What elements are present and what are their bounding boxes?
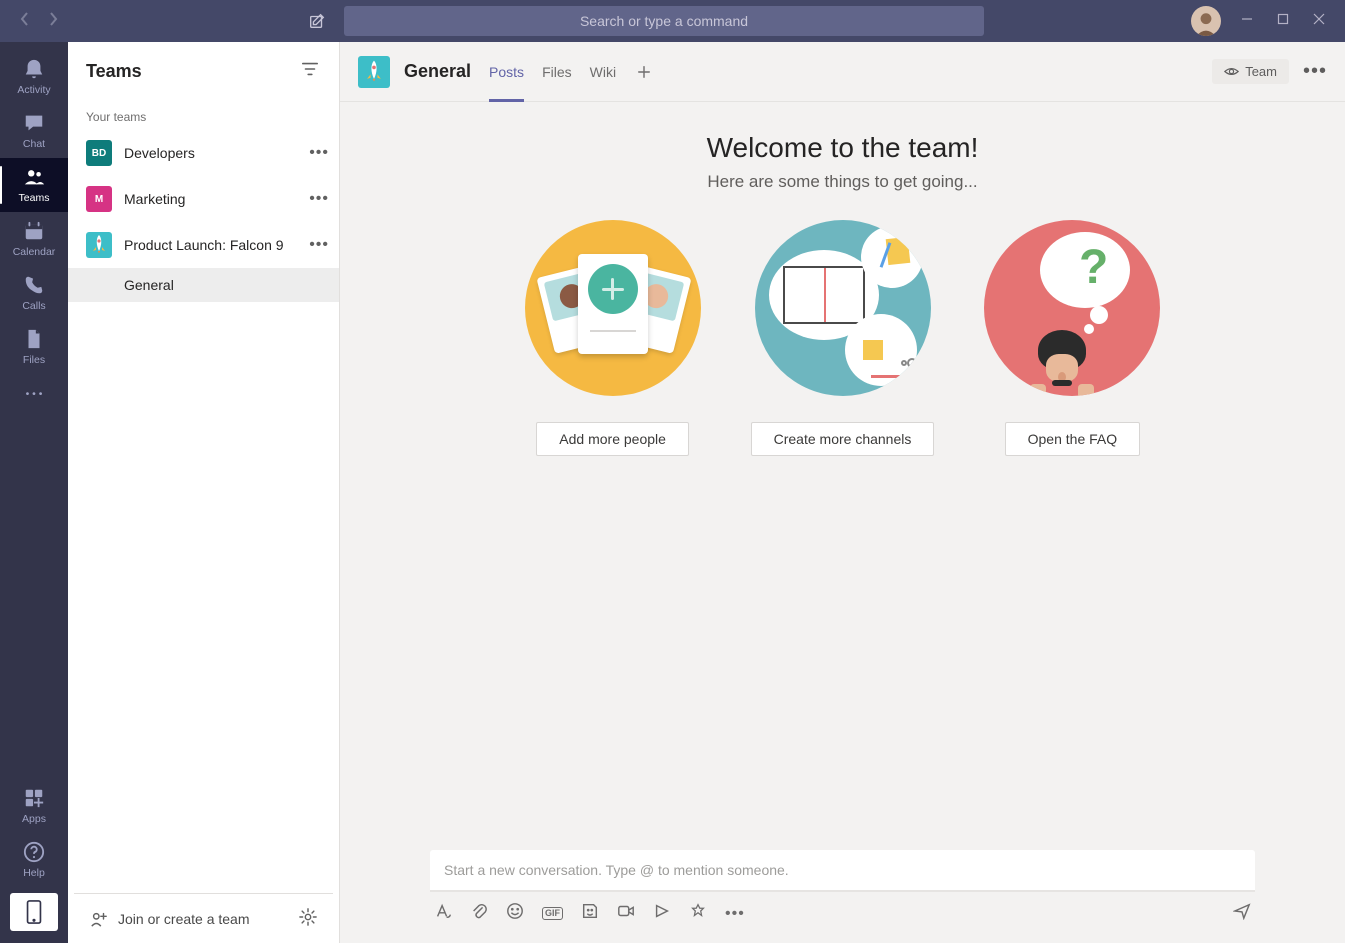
create-channels-button[interactable]: Create more channels: [751, 422, 935, 456]
channel-header: General Posts Files Wiki Team •••: [340, 42, 1345, 102]
gif-icon[interactable]: GIF: [542, 907, 563, 920]
app-rail: Activity Chat Teams Calendar Calls Files: [0, 42, 68, 943]
channel-name: General: [124, 277, 174, 293]
channel-content: Welcome to the team! Here are some thing…: [340, 102, 1345, 850]
channel-row-general[interactable]: General: [68, 268, 339, 302]
compose-more-icon[interactable]: •••: [725, 905, 745, 923]
team-row-falcon[interactable]: Product Launch: Falcon 9 •••: [68, 222, 339, 268]
send-icon[interactable]: [1233, 902, 1251, 925]
praise-icon[interactable]: [689, 902, 707, 925]
nav-forward-button[interactable]: [48, 12, 58, 31]
rail-label: Calls: [22, 300, 45, 312]
compose-input[interactable]: [430, 850, 1255, 892]
team-name: Developers: [124, 145, 297, 161]
team-row-developers[interactable]: BD Developers •••: [68, 130, 339, 176]
format-icon[interactable]: [434, 902, 452, 925]
meet-now-icon[interactable]: [617, 902, 635, 925]
team-visibility-button[interactable]: Team: [1212, 59, 1289, 84]
teams-panel: Teams Your teams BD Developers ••• M Mar…: [68, 42, 340, 943]
emoji-icon[interactable]: [506, 902, 524, 925]
team-avatar: M: [86, 186, 112, 212]
team-more-button[interactable]: •••: [309, 236, 329, 254]
team-avatar: [86, 232, 112, 258]
channel-title: General: [404, 61, 471, 82]
open-faq-button[interactable]: Open the FAQ: [1005, 422, 1141, 456]
rail-label: Apps: [22, 813, 46, 825]
rail-label: Help: [23, 867, 45, 879]
join-create-team-label: Join or create a team: [118, 911, 250, 927]
nav-back-button[interactable]: [20, 12, 30, 31]
window-close-button[interactable]: [1313, 12, 1325, 30]
user-avatar[interactable]: [1191, 6, 1221, 36]
titlebar: Search or type a command: [0, 0, 1345, 42]
filter-button[interactable]: [301, 60, 319, 83]
rail-label: Calendar: [13, 246, 56, 258]
rail-chat[interactable]: Chat: [0, 104, 68, 158]
add-tab-button[interactable]: [634, 62, 654, 82]
welcome-subtitle: Here are some things to get going...: [360, 172, 1325, 192]
rail-label: Teams: [19, 192, 50, 204]
attach-icon[interactable]: [470, 902, 488, 925]
rail-more-button[interactable]: • • •: [26, 374, 43, 414]
rail-files[interactable]: Files: [0, 320, 68, 374]
new-message-button[interactable]: [298, 2, 336, 40]
welcome-card-add-people: Add more people: [525, 220, 701, 456]
channel-more-button[interactable]: •••: [1303, 60, 1327, 83]
team-visibility-label: Team: [1245, 64, 1277, 79]
sticker-icon[interactable]: [581, 902, 599, 925]
tab-posts[interactable]: Posts: [489, 42, 524, 101]
rail-label: Chat: [23, 138, 45, 150]
welcome-title: Welcome to the team!: [360, 132, 1325, 164]
welcome-card-create-channels: Create more channels: [751, 220, 935, 456]
rail-label: Activity: [17, 84, 50, 96]
rail-calendar[interactable]: Calendar: [0, 212, 68, 266]
search-input[interactable]: Search or type a command: [344, 6, 984, 36]
faq-illustration: ?: [984, 220, 1160, 396]
compose-toolbar: GIF •••: [430, 892, 1255, 925]
team-name: Product Launch: Falcon 9: [124, 237, 297, 253]
add-people-button[interactable]: Add more people: [536, 422, 689, 456]
compose-area: GIF •••: [340, 850, 1345, 943]
team-more-button[interactable]: •••: [309, 144, 329, 162]
team-more-button[interactable]: •••: [309, 190, 329, 208]
tab-files[interactable]: Files: [542, 42, 572, 101]
team-name: Marketing: [124, 191, 297, 207]
rail-activity[interactable]: Activity: [0, 50, 68, 104]
welcome-card-faq: ? Open the FAQ: [984, 220, 1160, 456]
rail-teams[interactable]: Teams: [0, 158, 68, 212]
search-placeholder: Search or type a command: [580, 13, 748, 29]
teams-panel-title: Teams: [86, 61, 142, 82]
tab-wiki[interactable]: Wiki: [590, 42, 616, 101]
teams-section-header: Your teams: [68, 100, 339, 130]
window-maximize-button[interactable]: [1277, 12, 1289, 30]
settings-icon[interactable]: [299, 908, 317, 929]
team-avatar: BD: [86, 140, 112, 166]
rail-mobile-button[interactable]: [10, 893, 58, 931]
add-people-illustration: [525, 220, 701, 396]
team-row-marketing[interactable]: M Marketing •••: [68, 176, 339, 222]
create-channels-illustration: [755, 220, 931, 396]
join-create-team-button[interactable]: Join or create a team: [74, 893, 333, 943]
rail-help[interactable]: Help: [0, 833, 68, 887]
main-area: General Posts Files Wiki Team ••• Welc: [340, 42, 1345, 943]
stream-icon[interactable]: [653, 902, 671, 925]
channel-team-avatar: [358, 56, 390, 88]
rail-calls[interactable]: Calls: [0, 266, 68, 320]
rail-apps[interactable]: Apps: [0, 779, 68, 833]
rail-label: Files: [23, 354, 45, 366]
window-minimize-button[interactable]: [1241, 12, 1253, 30]
